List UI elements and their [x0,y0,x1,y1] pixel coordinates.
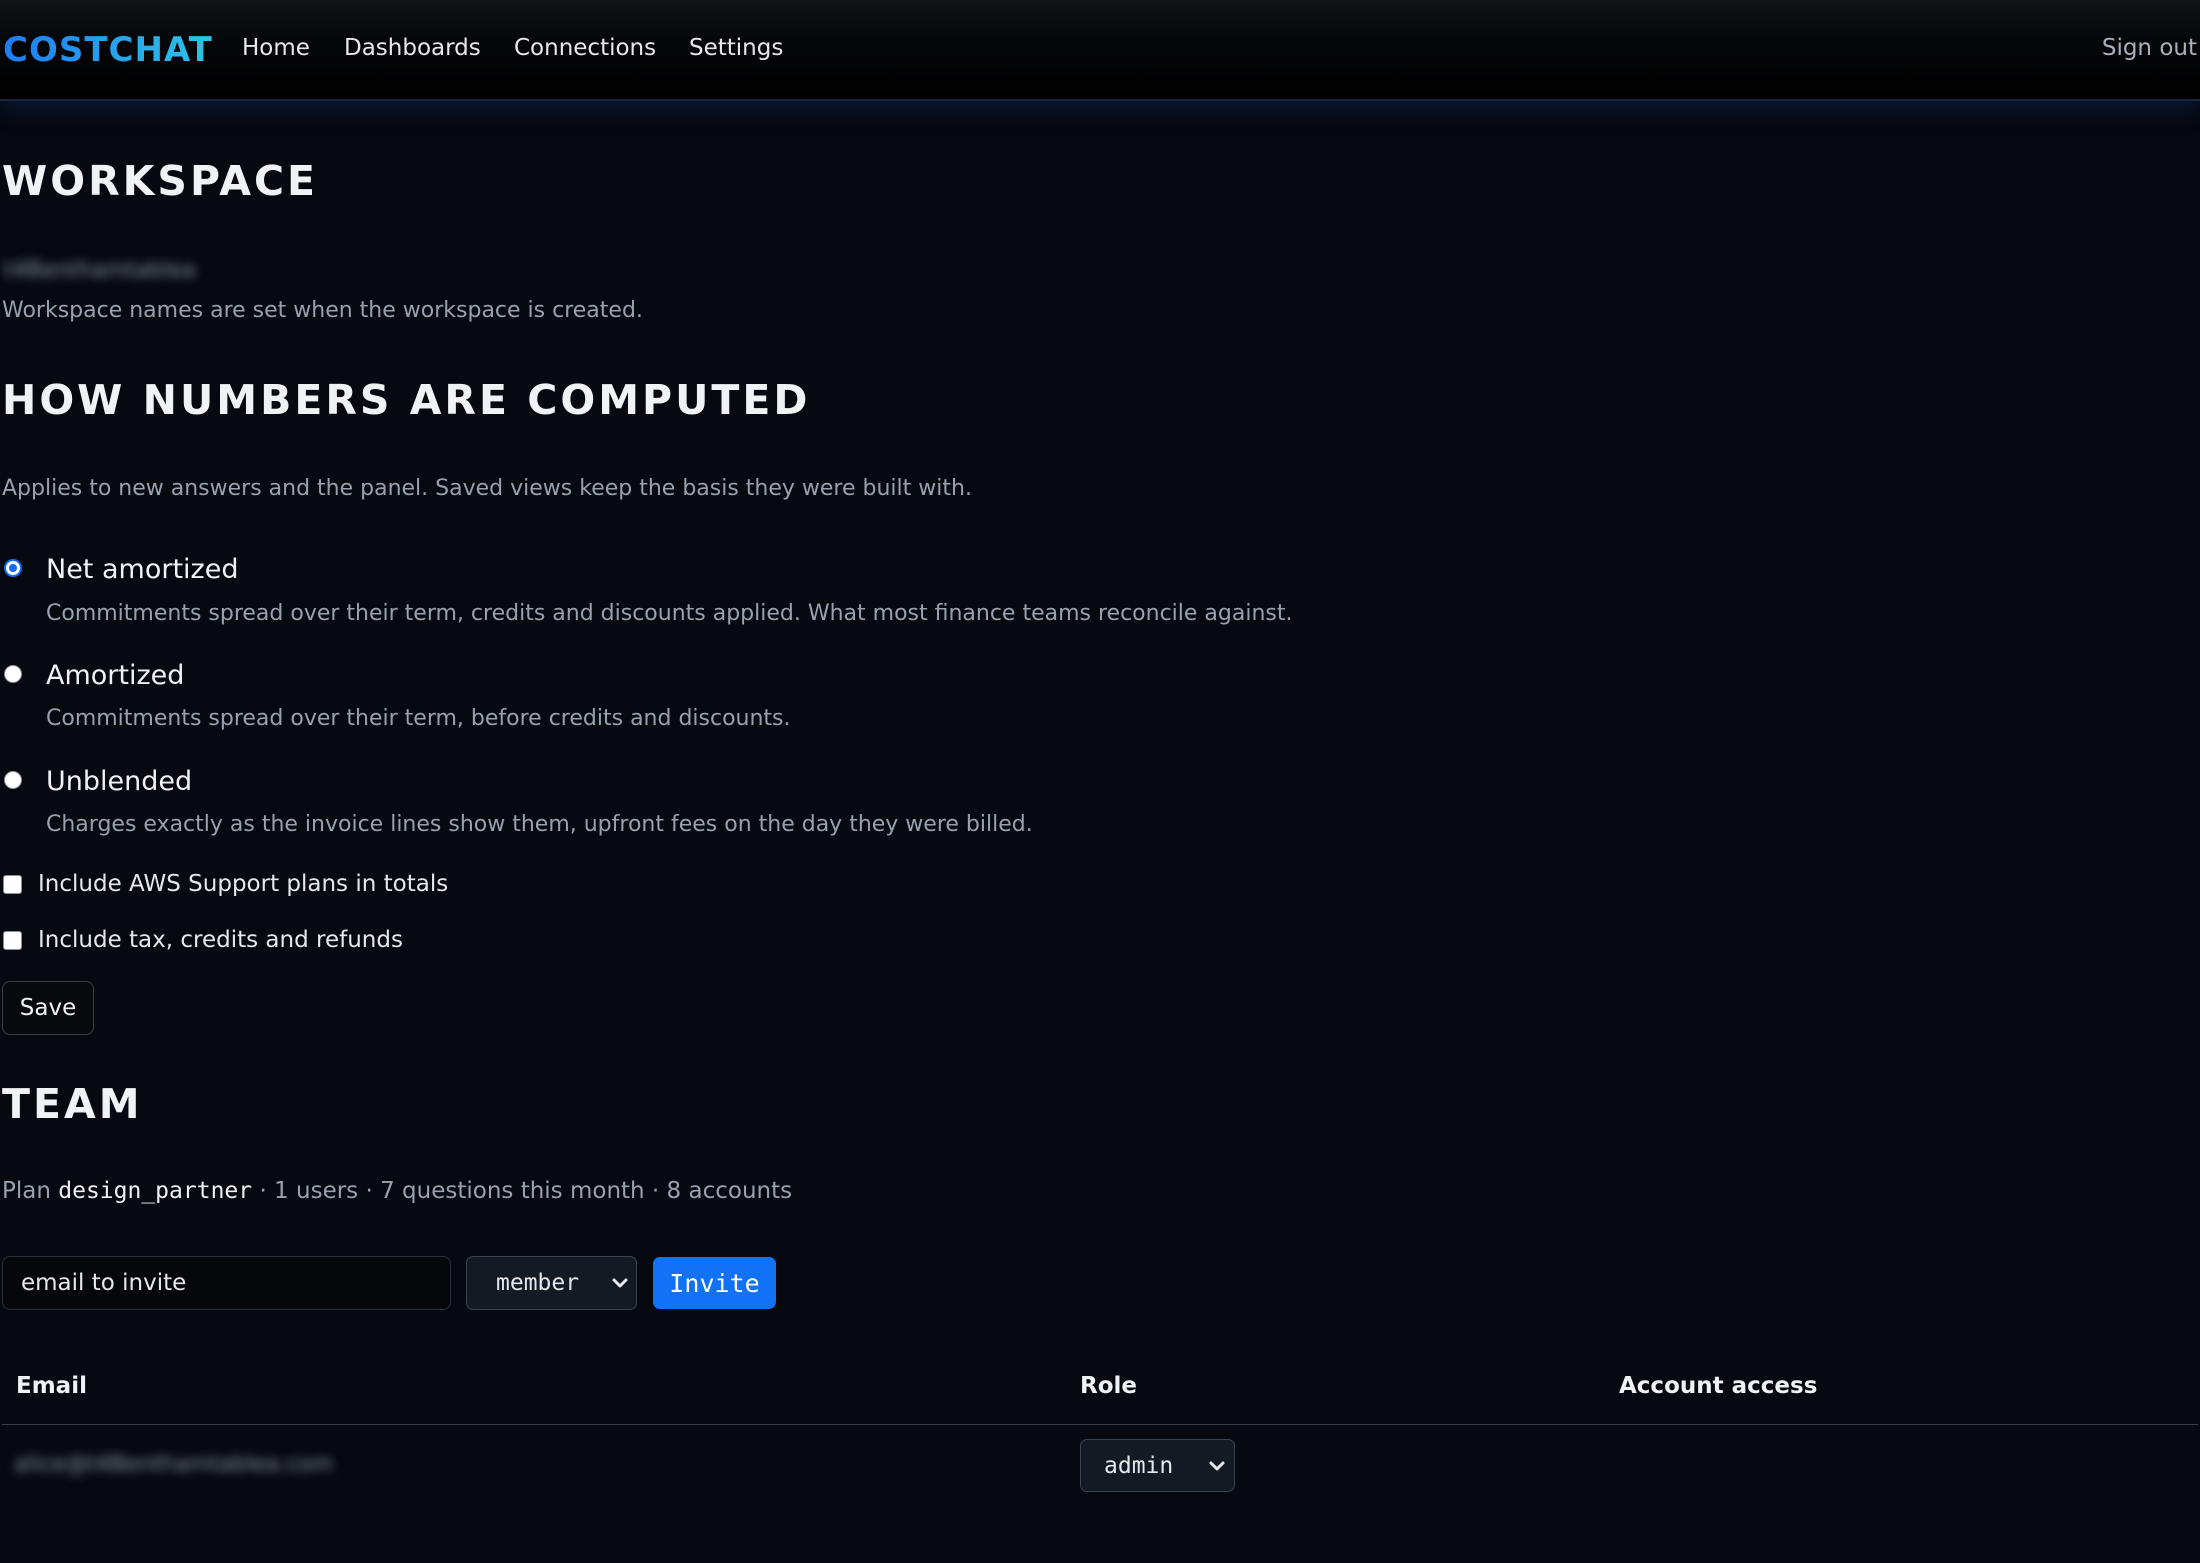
include-support-checkbox[interactable] [3,875,22,894]
nav-home[interactable]: Home [242,35,310,61]
member-role: admin [1104,1452,1174,1479]
invite-email-input[interactable] [2,1256,451,1310]
member-role-select[interactable]: admin [1080,1439,1235,1492]
computation-heading: HOW NUMBERS ARE COMPUTED [2,376,811,424]
computation-subtitle: Applies to new answers and the panel. Sa… [2,476,972,501]
option-label: Amortized [46,660,185,691]
invite-button[interactable]: Invite [653,1257,776,1309]
sign-out-link[interactable]: Sign out [2102,35,2197,61]
member-email: alice@t4Benthamtablea.com [14,1452,334,1477]
top-navbar: COSTCHAT Home Dashboards Connections Set… [0,0,2200,101]
plan-name: design_partner [58,1178,253,1204]
team-heading: TEAM [2,1080,143,1128]
option-label: Net amortized [46,554,239,585]
workspace-heading: WORKSPACE [2,157,319,205]
option-description: Charges exactly as the invoice lines sho… [46,812,1033,837]
option-label: Unblended [46,766,193,797]
table-divider [2,1424,2198,1425]
checkbox-label: Include tax, credits and refunds [38,927,403,953]
col-header-email: Email [16,1373,87,1399]
workspace-note: Workspace names are set when the workspa… [2,298,643,323]
plan-prefix: Plan [2,1178,51,1204]
col-header-role: Role [1080,1373,1137,1399]
nav-dashboards[interactable]: Dashboards [344,35,481,61]
chevron-down-icon [612,1278,628,1288]
brand-logo[interactable]: COSTCHAT [3,30,213,70]
option-description: Commitments spread over their term, befo… [46,706,791,731]
nav-connections[interactable]: Connections [514,35,656,61]
plan-stats: · 1 users · 7 questions this month · 8 a… [259,1178,793,1204]
col-header-account-access: Account access [1619,1373,1818,1399]
workspace-name: t4Benthamtablea [4,258,196,283]
checkbox-label: Include AWS Support plans in totals [38,871,449,897]
radio-net-amortized[interactable] [4,559,22,577]
plan-summary: Plan design_partner · 1 users · 7 questi… [2,1178,792,1204]
radio-amortized[interactable] [4,665,22,683]
chevron-down-icon [1209,1461,1225,1470]
radio-unblended[interactable] [4,771,22,789]
nav-settings[interactable]: Settings [689,35,783,61]
selected-role: member [496,1270,580,1296]
save-button[interactable]: Save [2,981,94,1035]
option-description: Commitments spread over their term, cred… [46,601,1293,626]
include-tax-checkbox[interactable] [3,931,22,950]
invite-role-select[interactable]: member [466,1256,637,1310]
